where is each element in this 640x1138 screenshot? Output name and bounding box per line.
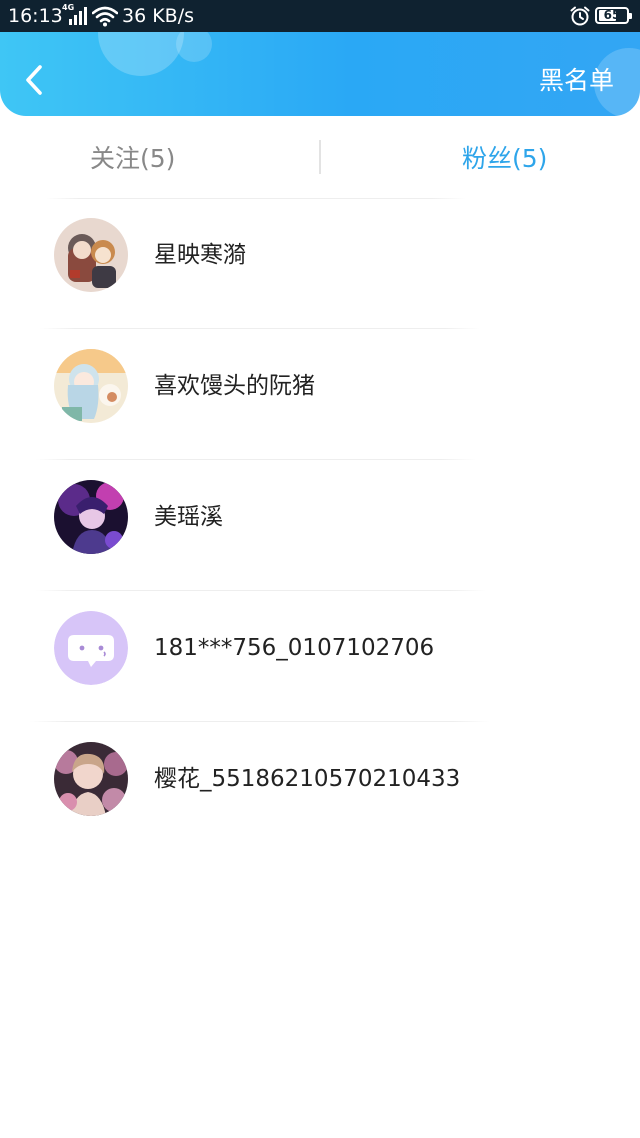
battery-icon: 65 — [595, 7, 632, 24]
network-speed: 36 KB/s — [122, 5, 195, 27]
cellular-signal-icon: 4G — [62, 3, 88, 26]
list-item[interactable]: 181***756_0107102706 — [0, 591, 640, 721]
tab-fans[interactable]: 粉丝(5) — [462, 143, 547, 175]
status-bar: 16:13 4G 36 KB/s 65 — [0, 0, 640, 32]
fan-name: 181***756_0107102706 — [154, 635, 435, 661]
status-time: 16:13 — [8, 5, 63, 27]
list-item[interactable]: 樱花_55186210570210433 — [0, 722, 640, 852]
battery-percent: 65 — [603, 8, 621, 22]
avatar[interactable] — [54, 349, 128, 423]
default-chat-avatar-icon[interactable] — [54, 611, 128, 685]
header-bar: 黑名单 — [0, 32, 640, 116]
fan-name: 樱花_55186210570210433 — [154, 766, 461, 792]
fan-name: 喜欢馒头的阮猪 — [154, 373, 315, 399]
list-item[interactable]: 星映寒漪 — [0, 198, 640, 328]
tab-divider — [319, 140, 321, 174]
follow-tabs: 关注(5) 粉丝(5) — [0, 116, 640, 200]
blacklist-button[interactable]: 黑名单 — [539, 66, 614, 96]
alarm-clock-icon — [570, 6, 590, 26]
avatar[interactable] — [54, 480, 128, 554]
fan-name: 美瑶溪 — [154, 504, 223, 530]
list-item[interactable]: 喜欢馒头的阮猪 — [0, 329, 640, 459]
chevron-left-icon[interactable] — [20, 62, 50, 98]
decorative-bubble — [98, 32, 184, 76]
tab-following[interactable]: 关注(5) — [90, 143, 175, 175]
avatar[interactable] — [54, 218, 128, 292]
avatar[interactable] — [54, 742, 128, 816]
fan-name: 星映寒漪 — [154, 242, 246, 268]
list-item[interactable]: 美瑶溪 — [0, 460, 640, 590]
wifi-icon — [92, 6, 118, 27]
decorative-bubble — [176, 32, 212, 62]
